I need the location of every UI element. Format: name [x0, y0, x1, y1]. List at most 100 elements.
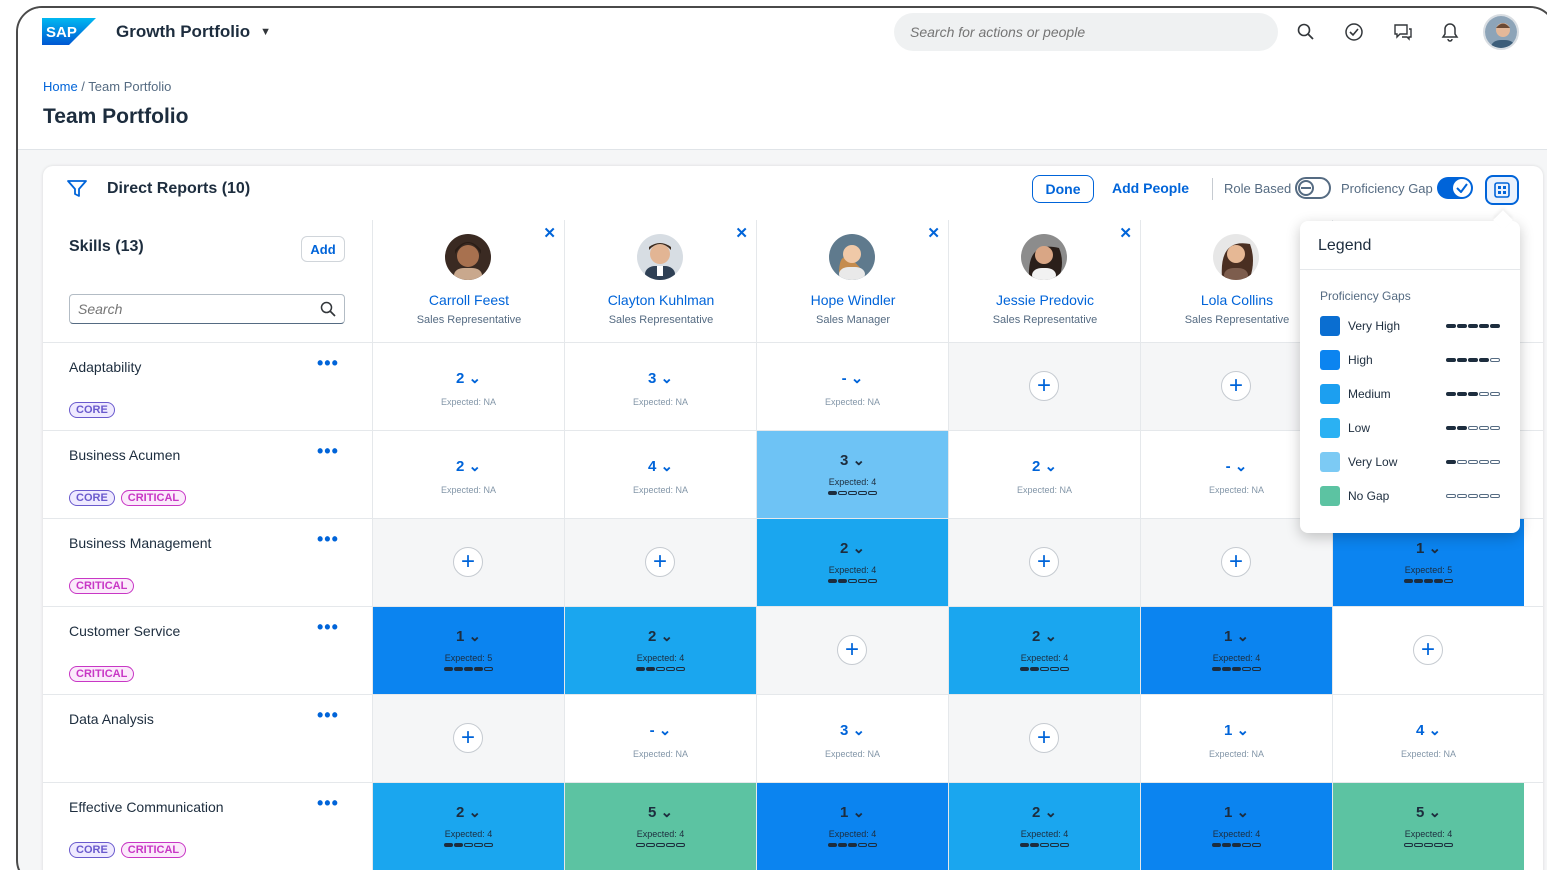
- proficiency-cell[interactable]: +: [372, 519, 564, 606]
- task-check-icon[interactable]: [1342, 20, 1366, 44]
- add-proficiency-button[interactable]: +: [1029, 547, 1059, 577]
- proficiency-cell[interactable]: 2 ⌄ Expected: NA: [372, 431, 564, 518]
- product-switcher[interactable]: Growth Portfolio ▼: [116, 22, 271, 42]
- person-name[interactable]: Hope Windler: [757, 292, 949, 308]
- add-proficiency-button[interactable]: +: [1413, 635, 1443, 665]
- proficiency-value[interactable]: 1 ⌄: [373, 627, 564, 645]
- search-icon[interactable]: [1294, 20, 1318, 44]
- done-button[interactable]: Done: [1032, 175, 1094, 203]
- breadcrumb-home-link[interactable]: Home: [43, 79, 78, 94]
- proficiency-value[interactable]: - ⌄: [565, 721, 756, 739]
- proficiency-value[interactable]: 1 ⌄: [1141, 721, 1332, 739]
- add-people-button[interactable]: Add People: [1112, 180, 1189, 196]
- proficiency-cell[interactable]: +: [1140, 519, 1332, 606]
- close-icon[interactable]: ✕: [735, 224, 748, 242]
- proficiency-value[interactable]: 5 ⌄: [1333, 803, 1524, 821]
- proficiency-value[interactable]: 4 ⌄: [1333, 721, 1524, 739]
- proficiency-value[interactable]: 1 ⌄: [1333, 539, 1524, 557]
- proficiency-cell[interactable]: +: [948, 519, 1140, 606]
- proficiency-value[interactable]: 1 ⌄: [1141, 803, 1332, 821]
- skill-name[interactable]: Business Acumen: [69, 447, 180, 463]
- add-skill-button[interactable]: Add: [301, 236, 345, 262]
- skill-name[interactable]: Business Management: [69, 535, 211, 551]
- proficiency-cell[interactable]: 2 ⌄ Expected: 4: [564, 607, 756, 694]
- proficiency-cell[interactable]: - ⌄ Expected: NA: [756, 343, 948, 430]
- sap-logo[interactable]: SAP: [42, 18, 96, 45]
- proficiency-cell[interactable]: +: [1332, 607, 1524, 694]
- proficiency-cell[interactable]: 3 ⌄ Expected: NA: [564, 343, 756, 430]
- proficiency-value[interactable]: 2 ⌄: [373, 803, 564, 821]
- proficiency-cell[interactable]: 5 ⌄ Expected: 4: [1332, 783, 1524, 870]
- proficiency-cell[interactable]: - ⌄ Expected: NA: [564, 695, 756, 782]
- add-proficiency-button[interactable]: +: [1029, 723, 1059, 753]
- more-options-icon[interactable]: •••: [317, 353, 339, 374]
- proficiency-value[interactable]: 3 ⌄: [565, 369, 756, 387]
- add-proficiency-button[interactable]: +: [1221, 371, 1251, 401]
- proficiency-cell[interactable]: 2 ⌄ Expected: 4: [756, 519, 948, 606]
- proficiency-cell[interactable]: 4 ⌄ Expected: NA: [564, 431, 756, 518]
- proficiency-cell[interactable]: +: [372, 695, 564, 782]
- proficiency-value[interactable]: - ⌄: [757, 369, 948, 387]
- proficiency-cell[interactable]: 4 ⌄ Expected: NA: [1332, 695, 1524, 782]
- proficiency-cell[interactable]: +: [948, 695, 1140, 782]
- more-options-icon[interactable]: •••: [317, 529, 339, 550]
- add-proficiency-button[interactable]: +: [453, 547, 483, 577]
- add-proficiency-button[interactable]: +: [453, 723, 483, 753]
- add-proficiency-button[interactable]: +: [837, 635, 867, 665]
- proficiency-cell[interactable]: 2 ⌄ Expected: 4: [372, 783, 564, 870]
- close-icon[interactable]: ✕: [543, 224, 556, 242]
- skills-search[interactable]: [69, 294, 345, 324]
- user-avatar[interactable]: [1483, 14, 1519, 50]
- proficiency-value[interactable]: 2 ⌄: [373, 369, 564, 387]
- proficiency-value[interactable]: 2 ⌄: [949, 627, 1140, 645]
- skill-name[interactable]: Adaptability: [69, 359, 141, 375]
- proficiency-value[interactable]: 4 ⌄: [565, 457, 756, 475]
- add-proficiency-button[interactable]: +: [1221, 547, 1251, 577]
- global-search[interactable]: [894, 13, 1278, 51]
- feedback-icon[interactable]: [1391, 20, 1415, 44]
- proficiency-value[interactable]: 5 ⌄: [565, 803, 756, 821]
- proficiency-cell[interactable]: 3 ⌄ Expected: NA: [756, 695, 948, 782]
- proficiency-cell[interactable]: 2 ⌄ Expected: 4: [948, 783, 1140, 870]
- proficiency-cell[interactable]: 1 ⌄ Expected: 5: [372, 607, 564, 694]
- search-icon[interactable]: [320, 301, 336, 317]
- proficiency-value[interactable]: 1 ⌄: [1141, 627, 1332, 645]
- skill-name[interactable]: Effective Communication: [69, 799, 224, 815]
- proficiency-value[interactable]: 1 ⌄: [757, 803, 948, 821]
- skill-name[interactable]: Data Analysis: [69, 711, 154, 727]
- person-name[interactable]: Carroll Feest: [373, 292, 565, 308]
- proficiency-cell[interactable]: +: [948, 343, 1140, 430]
- proficiency-value[interactable]: 2 ⌄: [757, 539, 948, 557]
- more-options-icon[interactable]: •••: [317, 793, 339, 814]
- proficiency-cell[interactable]: 1 ⌄ Expected: NA: [1140, 695, 1332, 782]
- proficiency-cell[interactable]: 3 ⌄ Expected: 4: [756, 431, 948, 518]
- proficiency-cell[interactable]: 1 ⌄ Expected: 4: [756, 783, 948, 870]
- proficiency-cell[interactable]: 5 ⌄ Expected: 4: [564, 783, 756, 870]
- notification-bell-icon[interactable]: [1438, 20, 1462, 44]
- proficiency-cell[interactable]: 2 ⌄ Expected: NA: [372, 343, 564, 430]
- proficiency-value[interactable]: 3 ⌄: [757, 451, 948, 469]
- add-proficiency-button[interactable]: +: [645, 547, 675, 577]
- proficiency-gap-toggle[interactable]: [1437, 177, 1473, 199]
- person-name[interactable]: Jessie Predovic: [949, 292, 1141, 308]
- more-options-icon[interactable]: •••: [317, 617, 339, 638]
- proficiency-cell[interactable]: +: [564, 519, 756, 606]
- close-icon[interactable]: ✕: [927, 224, 940, 242]
- skills-search-input[interactable]: [78, 301, 320, 317]
- legend-button[interactable]: [1485, 175, 1519, 205]
- skill-name[interactable]: Customer Service: [69, 623, 180, 639]
- global-search-input[interactable]: [910, 24, 1262, 40]
- add-proficiency-button[interactable]: +: [1029, 371, 1059, 401]
- more-options-icon[interactable]: •••: [317, 441, 339, 462]
- proficiency-cell[interactable]: 1 ⌄ Expected: 4: [1140, 783, 1332, 870]
- proficiency-value[interactable]: 2 ⌄: [949, 457, 1140, 475]
- more-options-icon[interactable]: •••: [317, 705, 339, 726]
- proficiency-value[interactable]: 2 ⌄: [565, 627, 756, 645]
- person-name[interactable]: Clayton Kuhlman: [565, 292, 757, 308]
- filter-icon[interactable]: [67, 180, 87, 198]
- proficiency-cell[interactable]: 2 ⌄ Expected: NA: [948, 431, 1140, 518]
- proficiency-value[interactable]: 3 ⌄: [757, 721, 948, 739]
- proficiency-value[interactable]: 2 ⌄: [373, 457, 564, 475]
- proficiency-cell[interactable]: 2 ⌄ Expected: 4: [948, 607, 1140, 694]
- role-based-toggle[interactable]: [1295, 177, 1331, 199]
